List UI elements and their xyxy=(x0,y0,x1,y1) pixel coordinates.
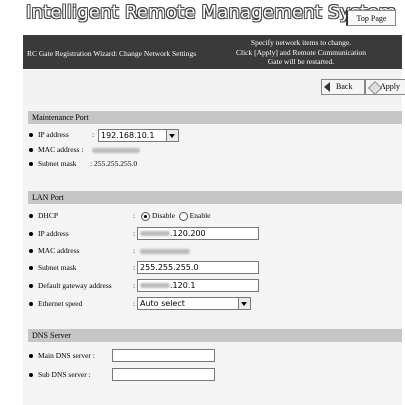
lan-mac-label: MAC address xyxy=(38,246,80,255)
dhcp-disable-radio[interactable] xyxy=(141,211,150,221)
bullet-icon xyxy=(29,266,33,270)
ethernet-speed-label: Ethernet speed xyxy=(38,299,83,308)
maintenance-ip-row: IP address : 192.168.10.1 xyxy=(28,128,398,142)
bullet-icon xyxy=(29,214,33,218)
bullet-icon xyxy=(29,232,33,236)
maintenance-subnet-label: Subnet mask xyxy=(38,159,77,168)
maintenance-ip-value: 192.168.10.1 xyxy=(101,131,155,140)
lan-ip-row: IP address : .120.200 xyxy=(28,227,398,241)
dhcp-disable-label: Disable xyxy=(152,211,175,220)
wizard-message-line: Gate will be restarted. xyxy=(267,57,335,66)
gateway-row: Default gateway address : .120.1 xyxy=(28,279,398,293)
maintenance-ip-select[interactable]: 192.168.10.1 xyxy=(98,129,179,142)
maintenance-mac-value xyxy=(92,143,140,157)
ethernet-speed-row: Ethernet speed : Auto select xyxy=(28,297,398,311)
wizard-bar: RC Gate Registration Wizard: Change Netw… xyxy=(23,35,402,69)
settings-panel: Maintenance Port IP address : 192.168.10… xyxy=(23,105,402,405)
app-title: Intelligent Remote Management System xyxy=(26,2,397,23)
bullet-icon xyxy=(29,162,33,166)
main-dns-input[interactable] xyxy=(112,349,215,362)
maintenance-mac-label: MAC address : xyxy=(38,145,84,154)
lan-subnet-row: Subnet mask : 255.255.255.0 xyxy=(28,261,398,275)
colon: : xyxy=(133,299,136,308)
lan-mac-value xyxy=(140,244,190,258)
main-dns-row: Main DNS server : xyxy=(28,349,398,363)
bullet-icon xyxy=(29,133,33,137)
section-maintenance-port: Maintenance Port xyxy=(28,111,402,124)
colon: : xyxy=(92,130,95,139)
dhcp-row: DHCP : Disable Enable xyxy=(28,209,398,223)
bullet-icon xyxy=(29,148,33,152)
back-label: Back xyxy=(336,82,353,91)
bullet-icon xyxy=(29,354,33,358)
lan-ip-input[interactable]: .120.200 xyxy=(137,227,259,240)
lan-subnet-value: 255.255.255.0 xyxy=(140,263,199,272)
apply-button[interactable]: Apply xyxy=(365,79,405,95)
dhcp-label: DHCP xyxy=(38,211,59,220)
maintenance-mac-row: MAC address : xyxy=(28,143,398,157)
back-button[interactable]: Back xyxy=(321,79,365,95)
lan-ip-value: .120.200 xyxy=(170,229,206,238)
gateway-label: Default gateway address xyxy=(38,281,112,290)
dhcp-enable-label: Enable xyxy=(189,211,211,220)
section-lan-port: LAN Port xyxy=(28,191,402,204)
main-dns-label: Main DNS server : xyxy=(38,351,95,360)
lan-ip-label: IP address xyxy=(38,229,69,238)
section-dns-server: DNS Server xyxy=(28,329,402,342)
wizard-message-line: Specify network items to change. xyxy=(250,38,352,47)
lan-mac-row: MAC address : xyxy=(28,244,398,258)
chevron-down-icon xyxy=(166,130,178,141)
action-row: Back Apply xyxy=(23,70,405,105)
wizard-message-line: Click [Apply] and Remote Communication xyxy=(236,47,366,57)
header-bar: Intelligent Remote Management System Top… xyxy=(0,0,405,33)
colon: : xyxy=(133,263,136,272)
ethernet-speed-value: Auto select xyxy=(140,299,185,308)
sub-dns-row: Sub DNS server : xyxy=(28,368,398,382)
colon: : xyxy=(133,229,136,238)
sub-dns-input[interactable] xyxy=(112,368,215,381)
wizard-message: Specify network items to change. Click [… xyxy=(201,38,401,67)
bullet-icon xyxy=(29,249,33,253)
lan-subnet-label: Subnet mask xyxy=(38,263,77,272)
bullet-icon xyxy=(29,302,33,306)
ethernet-speed-select[interactable]: Auto select xyxy=(137,297,251,310)
colon: : xyxy=(133,211,136,220)
colon: : xyxy=(133,246,136,255)
gateway-input[interactable]: .120.1 xyxy=(137,279,259,292)
lan-subnet-input[interactable]: 255.255.255.0 xyxy=(137,261,259,274)
wizard-title: RC Gate Registration Wizard: Change Netw… xyxy=(27,49,197,58)
maintenance-ip-label: IP address xyxy=(38,130,69,139)
dhcp-options: Disable Enable xyxy=(141,209,211,223)
bullet-icon xyxy=(29,284,33,288)
gateway-value: .120.1 xyxy=(170,281,196,290)
back-arrow-icon xyxy=(324,82,330,92)
maintenance-subnet-value: : 255.255.255.0 xyxy=(90,159,138,168)
chevron-down-icon xyxy=(238,298,250,309)
apply-label: Apply xyxy=(380,82,400,91)
top-page-button[interactable]: Top Page xyxy=(346,10,396,26)
sub-dns-label: Sub DNS server : xyxy=(38,370,91,379)
colon: : xyxy=(133,281,136,290)
maintenance-subnet-row: Subnet mask : 255.255.255.0 xyxy=(28,157,398,171)
bullet-icon xyxy=(29,373,33,377)
dhcp-enable-radio[interactable] xyxy=(178,211,188,221)
